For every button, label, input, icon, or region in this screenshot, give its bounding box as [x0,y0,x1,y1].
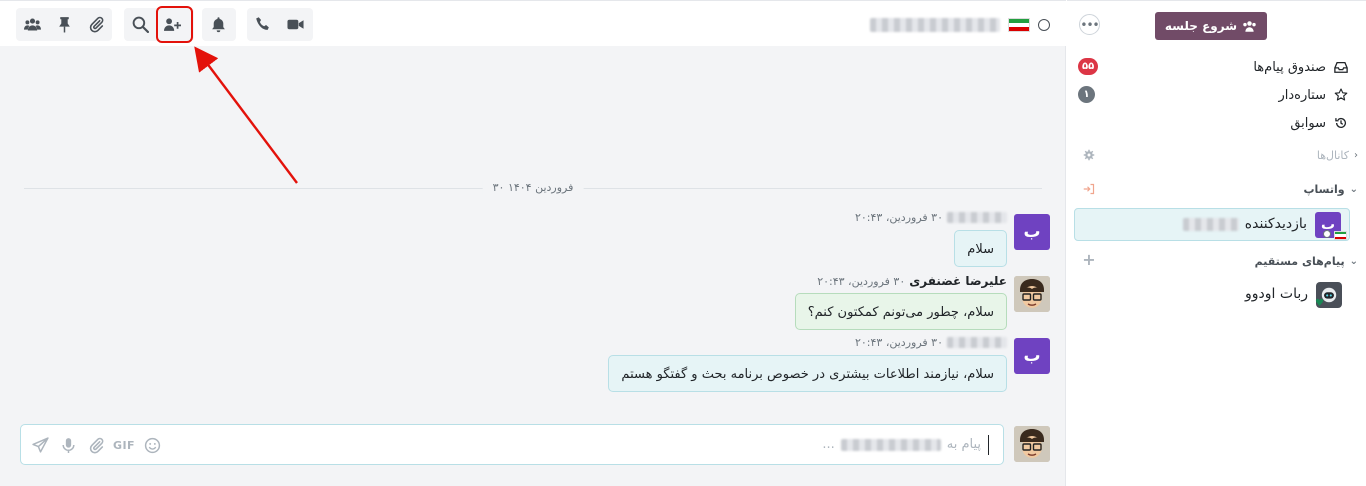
message-header: علیرضا غضنفری ۳۰ فروردین، ۲۰:۴۳ [817,274,1007,288]
sidebar-item-inbox[interactable]: صندوق پیام‌ها [1253,57,1348,77]
paperclip-icon[interactable] [80,8,112,41]
message-bubble[interactable]: سلام، چطور می‌تونم کمکتون کنم؟ [794,293,1007,330]
starred-count-badge: ۱ [1078,86,1095,103]
plus-icon[interactable]: + [1082,250,1095,269]
status-circle-icon [1323,230,1331,238]
message-header: ۳۰ فروردین، ۲۰:۴۳ [855,336,1007,349]
iran-flag-icon [1008,18,1030,32]
bot-name: ربات اودوو [1245,286,1308,302]
avatar[interactable] [1014,276,1050,312]
avatar[interactable]: ب [1014,214,1050,250]
user-plus-icon[interactable] [156,8,188,41]
pin-icon[interactable] [48,8,80,41]
sidebar-item-label: صندوق پیام‌ها [1253,59,1326,75]
text-caret [988,435,989,455]
sidebar-item-label: ستاره‌دار [1278,87,1326,103]
bell-icon[interactable] [202,8,234,41]
members-icon [1243,20,1256,32]
message-time: ۳۰ فروردین، ۲۰:۴۳ [817,274,906,288]
inbox-icon [1334,61,1348,73]
iran-flag-icon [1334,231,1347,240]
search-tools-group [124,8,194,41]
online-heart-icon: ♥ [1315,298,1324,309]
gear-icon[interactable] [1083,149,1095,161]
search-icon[interactable] [124,8,156,41]
visitor-name: بازدیدکننده [1182,216,1307,232]
date-separator: ۳۰ فروردین ۱۴۰۴ [24,181,1042,195]
message-bubble[interactable]: سلام [954,230,1007,267]
microphone-icon[interactable] [59,436,77,454]
discuss-sidebar: ••• شروع جلسه صندوق پیام‌ها ۵۵ ستاره‌دار… [1067,0,1366,486]
members-icon[interactable] [16,8,48,41]
message-composer[interactable]: پیام به ... GIF [20,424,1004,465]
unread-count-badge: ۵۵ [1078,58,1099,75]
phone-icon[interactable] [247,8,279,41]
paperclip-icon[interactable] [87,436,105,454]
video-camera-icon[interactable] [279,8,311,41]
chat-main-panel: ۳۰ فروردین ۱۴۰۴ ب ۳۰ فروردین، ۲۰:۴۳ سلام… [0,0,1066,486]
message-time: ۳۰ فروردین، ۲۰:۴۳ [854,336,943,349]
sign-in-icon[interactable] [1083,183,1095,195]
gif-button[interactable]: GIF [113,436,135,454]
composer-tools: GIF [31,433,161,457]
message-time: ۳۰ فروردین، ۲۰:۴۳ [854,211,943,224]
chat-title [870,15,1050,35]
sidebar-item-visitor[interactable]: ب بازدیدکننده [1074,208,1350,241]
date-separator-label: ۳۰ فروردین ۱۴۰۴ [482,181,584,194]
message-bubble[interactable]: سلام، نیازمند اطلاعات بیشتری در خصوص برن… [608,355,1007,392]
category-whatsapp[interactable]: ⌄ واتساپ [1303,181,1358,197]
star-icon [1334,88,1348,101]
chevron-down-icon: ⌄ [1349,183,1358,195]
history-icon [1335,117,1347,128]
call-tools-group [247,8,313,41]
message-header: ۳۰ فروردین، ۲۰:۴۳ [855,211,1007,224]
more-options-icon[interactable]: ••• [1079,14,1100,35]
notification-tools-group [202,8,236,41]
status-circle-icon [1038,19,1050,31]
send-icon[interactable] [31,436,49,454]
sidebar-item-label: سوابق [1290,115,1326,131]
sidebar-item-history[interactable]: سوابق [1290,113,1348,133]
category-direct-messages[interactable]: ⌄ پیام‌های مستقیم [1255,253,1358,269]
chat-header [0,0,1066,46]
sidebar-item-odoobot[interactable]: ♥ ربات اودوو [1074,281,1350,309]
message-author[interactable]: علیرضا غضنفری [909,274,1007,288]
redacted-visitor-id [1182,217,1239,231]
category-channels[interactable]: ‹ کانال‌ها [1317,147,1358,163]
avatar [1014,426,1050,462]
emoji-icon[interactable] [143,436,161,454]
sidebar-item-starred[interactable]: ستاره‌دار [1278,85,1348,105]
chevron-down-icon: ⌄ [1349,255,1358,267]
redacted-author [947,337,1007,348]
redacted-chat-name [870,18,1000,32]
thread-tools-group [16,8,112,41]
chevron-left-icon: ‹ [1354,149,1358,161]
annotation-arrow [194,46,298,184]
avatar[interactable]: ب [1014,338,1050,374]
redacted-author [947,212,1007,223]
start-meeting-button[interactable]: شروع جلسه [1154,12,1267,40]
